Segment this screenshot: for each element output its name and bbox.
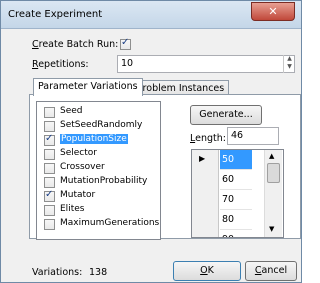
repetitions-label: Repetitions: <box>32 59 89 70</box>
grid-cell[interactable]: 90 <box>220 230 252 237</box>
title-bar: Create Experiment ✕ <box>1 1 301 29</box>
parameter-checkbox[interactable] <box>44 133 55 146</box>
scroll-down-icon[interactable]: ▼ <box>269 225 274 233</box>
values-grid[interactable]: ▶ 50 60 70 80 90 ▲ ▼ <box>191 149 284 238</box>
variations-label: Variations: <box>32 267 83 278</box>
grid-cell[interactable]: 80 <box>220 210 252 230</box>
grid-cell[interactable]: 70 <box>220 190 252 210</box>
grid-cell[interactable]: 60 <box>220 170 252 190</box>
spin-down-icon[interactable]: ▼ <box>284 63 295 71</box>
current-row-arrow-icon: ▶ <box>199 154 206 163</box>
row-header: ▶ <box>192 150 219 237</box>
scroll-up-icon[interactable]: ▲ <box>269 152 274 160</box>
repetitions-spinner[interactable]: ▲ ▼ <box>283 55 295 73</box>
parameter-checkbox[interactable] <box>44 163 55 174</box>
length-label: Length: <box>190 133 226 144</box>
parameter-list[interactable]: Seed SetSeedRandomly PopulationSize Sele… <box>36 101 161 240</box>
parameter-checkbox[interactable] <box>44 121 55 132</box>
variations-count: 138 <box>89 267 108 278</box>
close-icon: ✕ <box>268 5 278 18</box>
length-input[interactable]: 46 <box>227 127 279 145</box>
create-batch-run-checkbox[interactable] <box>120 37 131 50</box>
parameter-checkbox[interactable] <box>44 219 55 230</box>
cancel-button[interactable]: Cancel <box>245 261 297 281</box>
parameter-checkbox[interactable] <box>44 107 55 118</box>
generate-button[interactable]: Generate... <box>190 105 262 125</box>
parameter-checkbox[interactable] <box>44 177 55 188</box>
scroll-thumb[interactable] <box>267 163 280 183</box>
create-batch-run-label: Create Batch Run: <box>32 39 119 50</box>
repetitions-input[interactable]: 10 <box>117 55 295 73</box>
spin-up-icon[interactable]: ▲ <box>284 55 295 63</box>
parameter-checkbox[interactable] <box>44 205 55 216</box>
grid-cell[interactable]: 50 <box>220 150 252 170</box>
parameter-checkbox[interactable] <box>44 189 55 202</box>
close-button[interactable]: ✕ <box>251 2 295 21</box>
create-experiment-dialog: Create Experiment ✕ Create Batch Run: Re… <box>0 0 302 283</box>
window-title: Create Experiment <box>8 9 103 20</box>
ok-button[interactable]: OK <box>173 261 241 281</box>
parameter-checkbox[interactable] <box>44 149 55 160</box>
grid-scrollbar[interactable]: ▲ ▼ <box>264 150 282 237</box>
tab-parameter-variations[interactable]: Parameter Variations <box>33 78 143 96</box>
